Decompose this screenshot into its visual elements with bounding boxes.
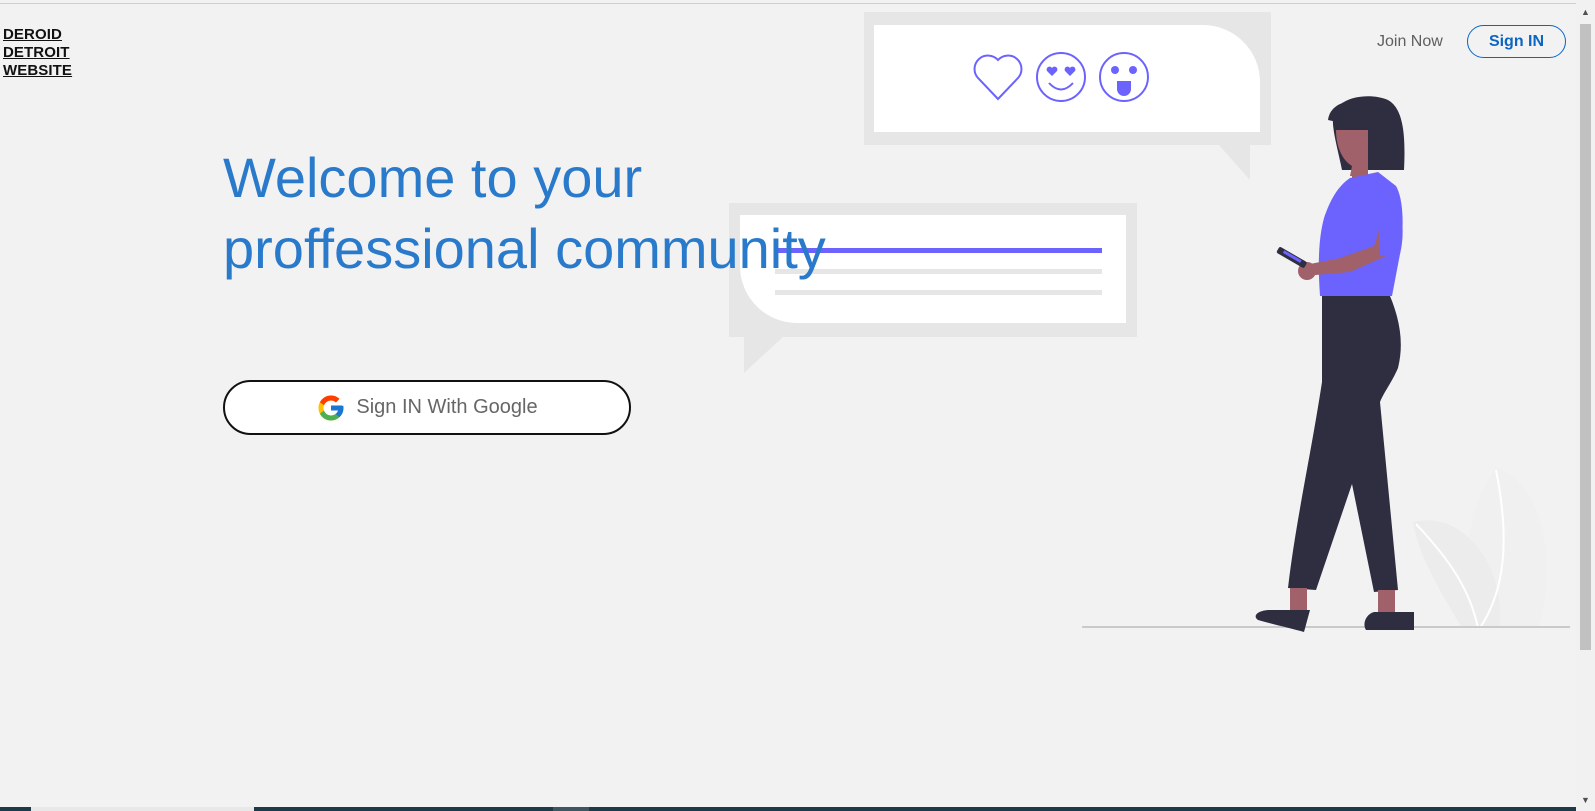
hero-illustration (729, 12, 1570, 632)
scrollbar-thumb[interactable] (1580, 24, 1591, 650)
plant-decoration (1413, 468, 1547, 629)
hero-title: Welcome to your proffessional community (223, 142, 923, 284)
scroll-up-arrow-icon[interactable]: ▲ (1580, 7, 1591, 18)
app-root: DEROID DETROIT WEBSITE Join Now Sign IN (0, 0, 1595, 811)
hero-title-line-1: Welcome to your (223, 146, 643, 209)
scroll-down-arrow-icon[interactable]: ▼ (1580, 795, 1591, 806)
ground-line (1082, 626, 1570, 628)
hero-title-line-2: proffessional community (223, 217, 826, 280)
woman-figure (1255, 96, 1414, 632)
reaction-speech-bubble (864, 12, 1271, 180)
